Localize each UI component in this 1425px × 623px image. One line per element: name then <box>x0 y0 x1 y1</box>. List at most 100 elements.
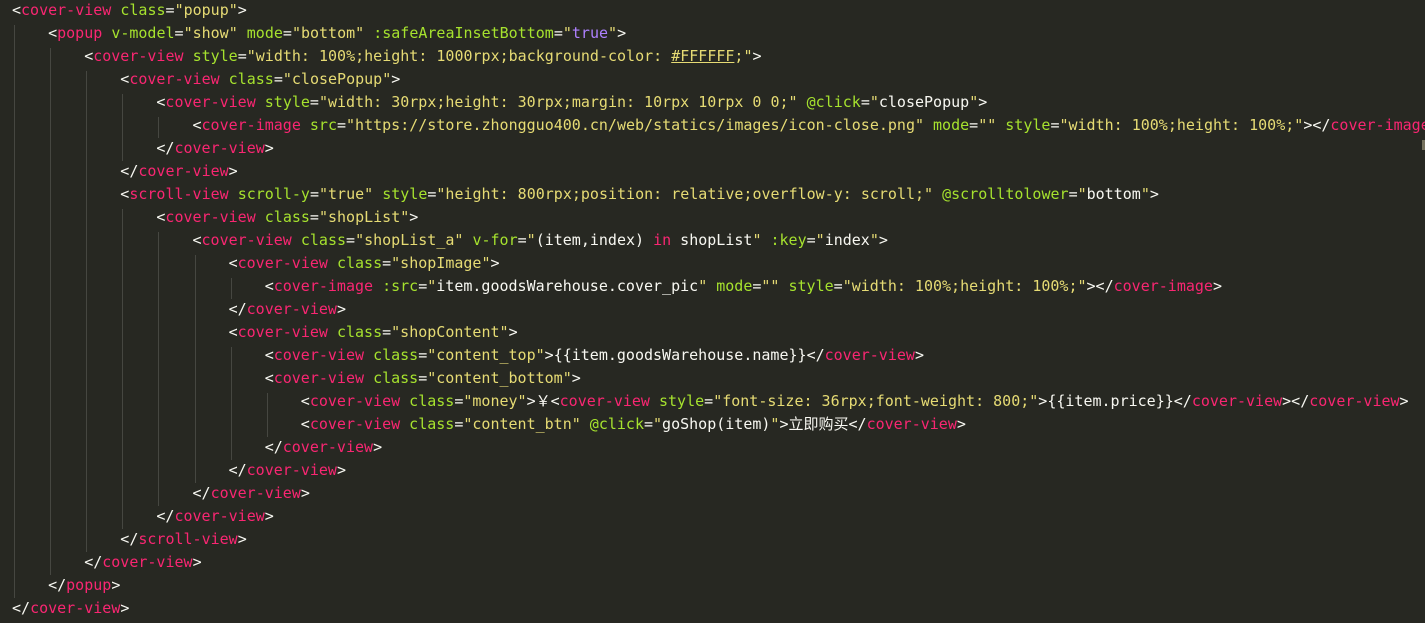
attribute-token: class <box>373 369 419 387</box>
code-line[interactable]: <cover-view class="popup"> <box>12 0 247 23</box>
code-line[interactable]: <cover-view class="content_btn" @click="… <box>301 414 966 437</box>
punctuation-token: = <box>553 24 563 42</box>
punctuation-token <box>650 392 659 410</box>
punctuation-token: </ <box>228 300 247 318</box>
code-line[interactable]: <scroll-view scroll-y="true" style="heig… <box>120 184 1159 207</box>
code-line[interactable]: </popup> <box>48 575 120 598</box>
string-token: " <box>869 93 879 111</box>
text-token: closePopup <box>878 93 970 111</box>
attribute-token: :key <box>770 231 807 249</box>
string-token: "content_top" <box>427 346 545 364</box>
attribute-token: class <box>409 392 455 410</box>
tag-name-token: cover-view <box>1309 392 1400 410</box>
punctuation-token: > <box>490 254 500 272</box>
punctuation-token: = <box>309 208 319 226</box>
code-line[interactable]: </cover-view> <box>12 598 129 621</box>
string-token: "width: 30rpx;height: 30rpx;margin: 10rp… <box>318 93 798 111</box>
code-line[interactable]: <cover-view class="shopList"> <box>156 207 418 230</box>
tag-name-token: cover-view <box>309 392 401 410</box>
punctuation-token: </ <box>156 507 175 525</box>
code-line[interactable]: <cover-view class="shopImage"> <box>229 253 500 276</box>
code-line[interactable]: </cover-view> <box>156 506 273 529</box>
punctuation-token: = <box>174 24 184 42</box>
string-token: " <box>869 231 879 249</box>
tag-name-token: cover-view <box>30 599 121 617</box>
tag-name-token: cover-view <box>174 507 265 525</box>
indent-guide <box>266 393 268 437</box>
code-line[interactable]: <cover-view style="width: 30rpx;height: … <box>156 92 987 115</box>
attribute-token: class <box>373 346 419 364</box>
punctuation-token <box>364 369 373 387</box>
indent-guide <box>230 278 232 299</box>
code-line[interactable]: </cover-view> <box>229 299 346 322</box>
attribute-token: style <box>264 93 310 111</box>
punctuation-token: < <box>264 369 274 387</box>
boolean-token: true <box>571 24 609 42</box>
text-token: ￥ <box>535 392 551 410</box>
code-line[interactable]: </scroll-view> <box>120 529 246 552</box>
code-line[interactable]: <cover-view class="content_top">{{item.g… <box>265 345 924 368</box>
string-token: "bottom" <box>291 24 365 42</box>
code-editor[interactable]: <cover-view class="popup"> <popup v-model… <box>0 0 1425 623</box>
code-line[interactable]: </cover-view> <box>229 460 346 483</box>
punctuation-token <box>238 24 247 42</box>
text-token: index <box>824 231 870 249</box>
indent-guide <box>122 94 124 161</box>
punctuation-token: > <box>391 70 401 88</box>
punctuation-token: = <box>382 323 392 341</box>
punctuation-token <box>798 93 807 111</box>
punctuation-token: ></ <box>1086 277 1114 295</box>
string-token: "width: 100%;height: 100%;" <box>842 277 1087 295</box>
attribute-token: class <box>120 1 166 19</box>
punctuation-token <box>102 24 111 42</box>
code-line[interactable]: <popup v-model="show" mode="bottom" :saf… <box>48 23 626 46</box>
attribute-token: mode <box>933 116 970 134</box>
tag-name-token: cover-view <box>174 139 265 157</box>
string-token: "height: 800rpx;position: relative;overf… <box>436 185 934 203</box>
punctuation-token: < <box>264 346 274 364</box>
punctuation-token: = <box>418 277 428 295</box>
punctuation-token: </ <box>848 415 867 433</box>
text-token: {{item.price}} <box>1047 392 1174 410</box>
string-token: "width: 100%;height: 1000rpx;background-… <box>246 47 672 65</box>
tag-name-token: popup <box>57 24 103 42</box>
string-token: " <box>815 231 825 249</box>
punctuation-token <box>256 93 265 111</box>
tag-name-token: popup <box>66 576 112 594</box>
punctuation-token: </ <box>120 162 139 180</box>
string-token: "show" <box>183 24 238 42</box>
punctuation-token: = <box>273 70 283 88</box>
text-token: goShop(item) <box>662 415 771 433</box>
code-line[interactable]: <cover-view class="shopList_a" v-for="(i… <box>193 230 888 253</box>
tag-name-token: cover-image <box>273 277 374 295</box>
string-token: "closePopup" <box>282 70 392 88</box>
code-line[interactable]: </cover-view> <box>84 552 201 575</box>
code-line[interactable]: <cover-view class="shopContent"> <box>229 322 518 345</box>
code-line[interactable]: </cover-view> <box>156 138 273 161</box>
attribute-token: @scrolltolower <box>942 185 1069 203</box>
punctuation-token: > <box>120 599 130 617</box>
punctuation-token: = <box>454 415 464 433</box>
code-line[interactable]: </cover-view> <box>120 161 237 184</box>
string-token: " <box>698 277 708 295</box>
punctuation-token: > <box>508 323 518 341</box>
code-line[interactable]: </cover-view> <box>265 437 382 460</box>
punctuation-token: = <box>643 415 654 433</box>
tag-name-token: cover-view <box>138 162 229 180</box>
tag-name-token: cover-view <box>273 369 365 387</box>
attribute-token: v-model <box>111 24 175 42</box>
code-line[interactable]: <cover-view class="content_bottom"> <box>265 368 581 391</box>
punctuation-token: = <box>418 346 428 364</box>
code-line[interactable]: </cover-view> <box>193 483 310 506</box>
code-line[interactable]: <cover-image :src="item.goodsWarehouse.c… <box>265 276 1222 299</box>
color-hex-token: #FFFFFF <box>671 47 735 65</box>
code-line[interactable]: <cover-view class="money">￥<cover-view s… <box>301 391 1409 414</box>
tag-name-token: cover-view <box>201 231 292 249</box>
code-line[interactable]: <cover-view style="width: 100%;height: 1… <box>84 46 761 69</box>
punctuation-token: </ <box>228 461 247 479</box>
punctuation-token <box>581 415 590 433</box>
punctuation-token: > <box>956 415 966 433</box>
attribute-token: style <box>1005 116 1051 134</box>
code-line[interactable]: <cover-view class="closePopup"> <box>120 69 400 92</box>
code-line[interactable]: <cover-image src="https://store.zhongguo… <box>193 115 1425 138</box>
